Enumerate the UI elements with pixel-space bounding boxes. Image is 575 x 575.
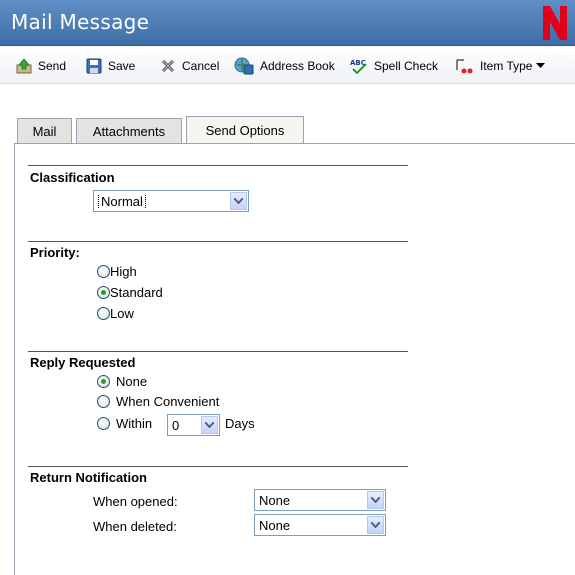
- toolbar: Send Save Cancel Address Book ABC Spell …: [0, 46, 575, 84]
- tab-send-options-label: Send Options: [205, 122, 285, 138]
- save-label: Save: [108, 59, 136, 73]
- when-opened-label: When opened:: [93, 494, 178, 509]
- classification-value: Normal: [98, 193, 146, 209]
- priority-low-option[interactable]: Low: [97, 306, 134, 321]
- tab-send-options[interactable]: Send Options: [186, 116, 304, 143]
- priority-heading: Priority:: [30, 245, 80, 260]
- spell-check-label: Spell Check: [374, 59, 439, 73]
- chevron-down-icon: [367, 491, 384, 509]
- window-title: Mail Message: [11, 10, 150, 34]
- send-button[interactable]: Send: [16, 56, 66, 76]
- reply-none-option[interactable]: None: [97, 374, 147, 389]
- chevron-down-icon: [230, 192, 247, 210]
- priority-high-option[interactable]: High: [97, 264, 137, 279]
- priority-low-label: Low: [110, 306, 134, 321]
- days-label: Days: [225, 416, 255, 431]
- priority-standard-option[interactable]: Standard: [97, 285, 163, 300]
- tab-attachments-label: Attachments: [92, 123, 166, 139]
- priority-divider: [28, 241, 408, 242]
- reply-requested-divider: [28, 351, 408, 352]
- save-icon: [86, 58, 102, 74]
- return-notification-divider: [28, 466, 408, 467]
- reply-within-days-select[interactable]: 0: [167, 414, 220, 436]
- reply-none-label: None: [116, 374, 148, 389]
- chevron-down-icon: [201, 416, 218, 434]
- reply-when-convenient-option[interactable]: When Convenient: [97, 394, 219, 409]
- classification-heading: Classification: [30, 170, 115, 185]
- item-type-icon: [456, 59, 473, 74]
- chevron-down-icon: [367, 516, 384, 534]
- reply-none-radio[interactable]: [97, 375, 110, 388]
- priority-low-radio[interactable]: [97, 307, 110, 320]
- novell-n-logo-icon: [543, 6, 567, 40]
- tab-attachments[interactable]: Attachments: [76, 118, 182, 143]
- classification-select[interactable]: Normal: [93, 190, 249, 212]
- send-icon: [16, 58, 32, 74]
- address-book-label: Address Book: [260, 59, 335, 73]
- chevron-down-icon: [536, 63, 546, 68]
- reply-within-radio[interactable]: [97, 417, 110, 430]
- when-opened-value: None: [259, 492, 291, 508]
- reply-within-days-value: 0: [172, 417, 180, 433]
- reply-when-convenient-label: When Convenient: [116, 394, 220, 409]
- send-label: Send: [38, 59, 67, 73]
- when-deleted-select[interactable]: None: [254, 514, 386, 536]
- item-type-button[interactable]: Item Type: [454, 56, 551, 76]
- priority-standard-radio[interactable]: [97, 286, 110, 299]
- when-opened-select[interactable]: None: [254, 489, 386, 511]
- reply-requested-heading: Reply Requested: [30, 355, 136, 370]
- priority-high-label: High: [110, 264, 137, 279]
- reply-when-convenient-radio[interactable]: [97, 395, 110, 408]
- reply-within-option[interactable]: Within: [97, 416, 152, 431]
- priority-standard-label: Standard: [110, 285, 163, 300]
- reply-within-label: Within: [116, 416, 153, 431]
- priority-high-radio[interactable]: [97, 265, 110, 278]
- tab-mail-label: Mail: [32, 123, 57, 139]
- when-deleted-label: When deleted:: [93, 519, 177, 534]
- save-button[interactable]: Save: [86, 56, 135, 76]
- item-type-label: Item Type: [480, 59, 533, 73]
- spell-check-button[interactable]: ABC Spell Check: [350, 56, 438, 76]
- tab-mail[interactable]: Mail: [17, 118, 72, 143]
- address-book-button[interactable]: Address Book: [234, 56, 335, 76]
- cancel-icon: [161, 59, 175, 73]
- cancel-button[interactable]: Cancel: [160, 56, 219, 76]
- when-deleted-value: None: [259, 517, 291, 533]
- title-bar: Mail Message: [0, 0, 575, 46]
- classification-divider: [28, 165, 408, 166]
- return-notification-heading: Return Notification: [30, 470, 147, 485]
- cancel-label: Cancel: [182, 59, 220, 73]
- address-book-icon: [234, 57, 254, 75]
- spell-check-icon: ABC: [350, 59, 367, 74]
